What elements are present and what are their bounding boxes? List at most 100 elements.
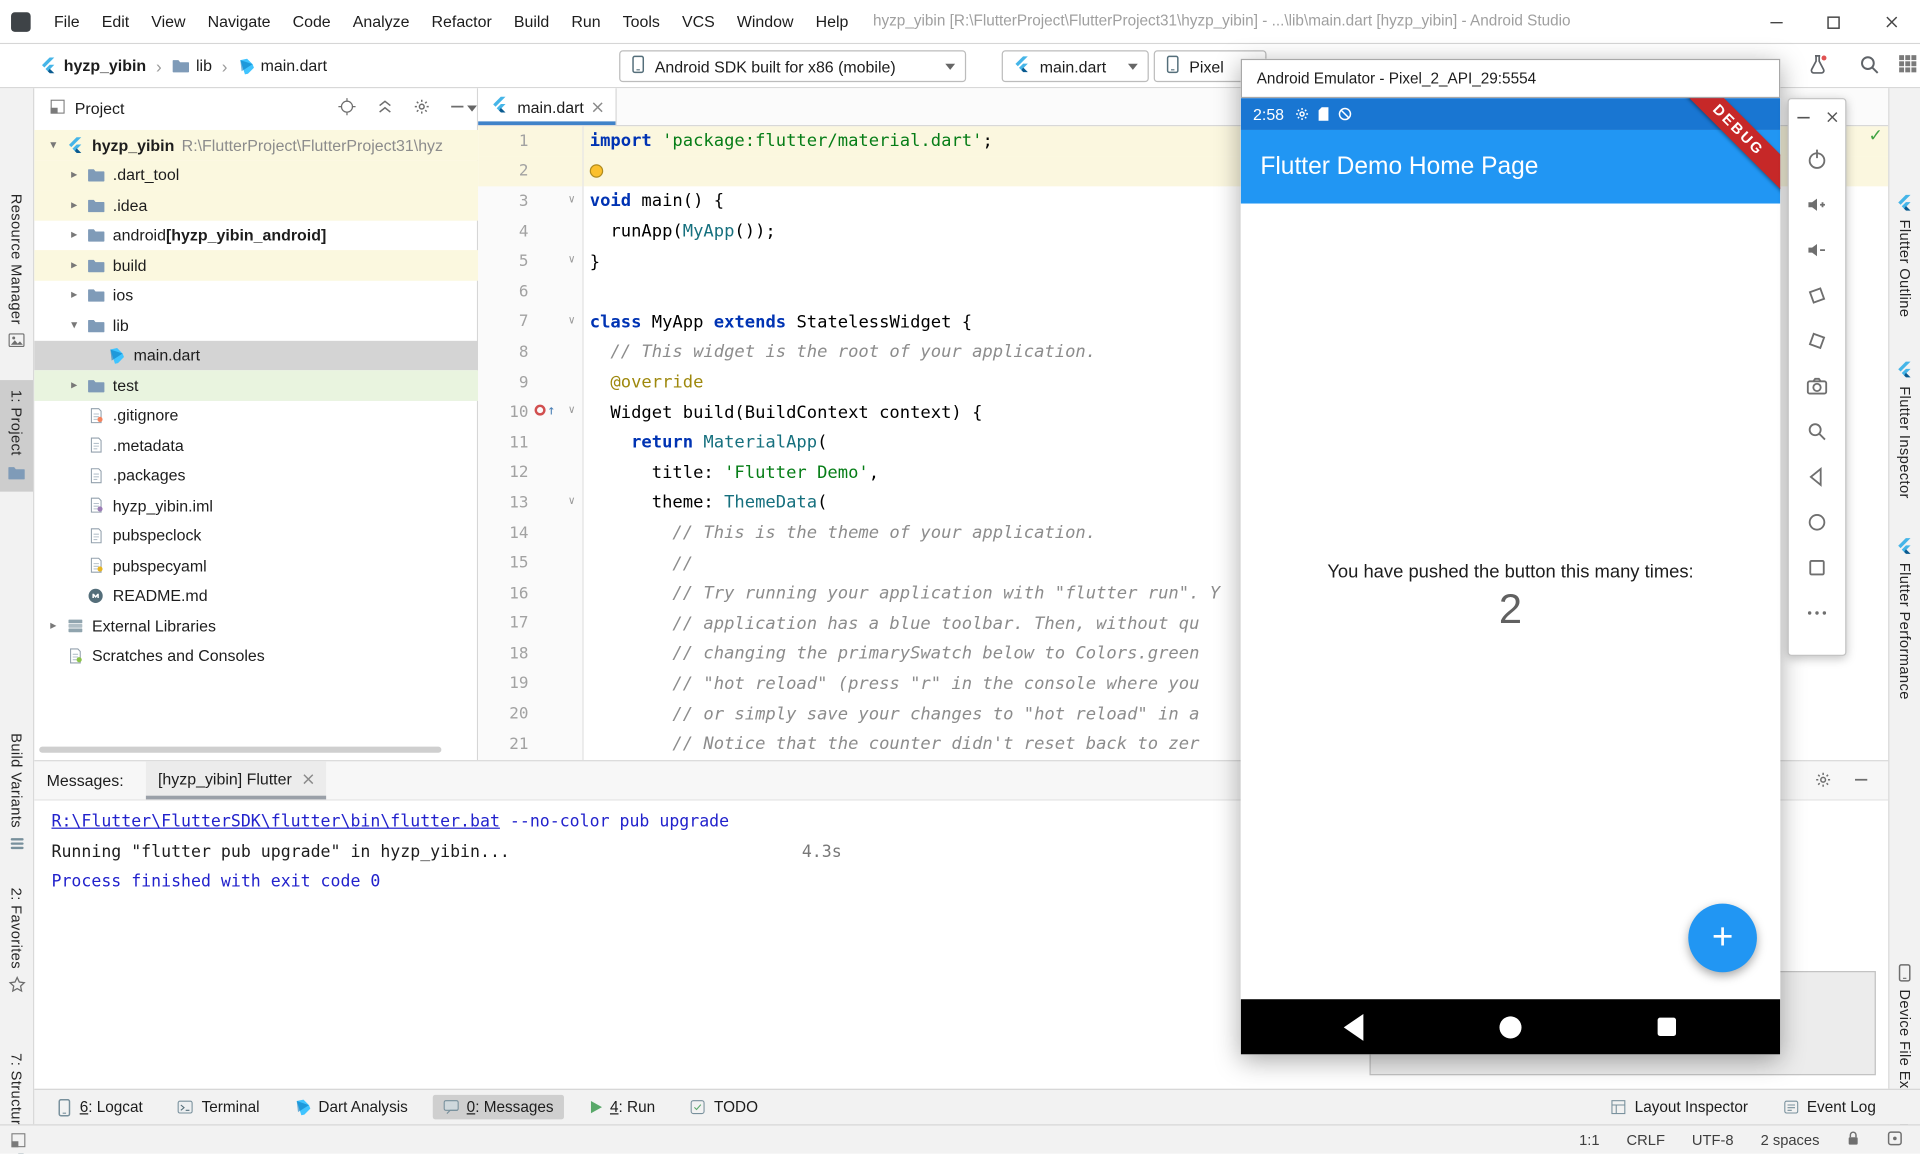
emulator-volume-up-button[interactable] <box>1788 181 1847 226</box>
messages-hide-button[interactable] <box>1854 772 1869 790</box>
toolbar-grid-button[interactable] <box>1898 54 1918 77</box>
messages-tab-close-icon[interactable] <box>303 769 314 787</box>
messages-gear-button[interactable] <box>1815 771 1832 792</box>
tree-row-README-md[interactable]: README.md <box>34 581 478 611</box>
emulator-rotate-right-button[interactable] <box>1788 318 1847 363</box>
status-widget-icon[interactable] <box>1887 1130 1903 1150</box>
tree-row--packages[interactable]: .packages <box>34 460 478 490</box>
fold-marker-icon[interactable]: ∨ <box>568 495 575 507</box>
project-collapse-button[interactable] <box>376 97 393 118</box>
emulator-zoom-button[interactable] <box>1788 408 1847 453</box>
emulator-home-button[interactable] <box>1788 499 1847 544</box>
tree-row--dart_tool[interactable]: ▸.dart_tool <box>34 160 478 190</box>
override-indicator-icon[interactable]: ↑ <box>535 404 555 417</box>
status-2-spaces[interactable]: 2 spaces <box>1761 1131 1820 1148</box>
menu-vcs[interactable]: VCS <box>671 0 726 43</box>
emulator-screen[interactable]: 2:58 Flutter Demo Home Page DEBUG You ha… <box>1241 98 1780 1054</box>
menu-file[interactable]: File <box>43 0 91 43</box>
toolwindow-button-layout-inspector[interactable]: Layout Inspector <box>1600 1095 1757 1120</box>
menu-navigate[interactable]: Navigate <box>197 0 282 43</box>
tree-collapsed-arrow-icon[interactable]: ▸ <box>65 288 83 301</box>
status-lock-icon[interactable] <box>1846 1130 1859 1150</box>
horizontal-scrollbar[interactable] <box>39 747 441 753</box>
tree-collapsed-arrow-icon[interactable]: ▸ <box>65 228 83 241</box>
strip-item-flutter-performance[interactable]: Flutter Performance <box>1889 537 1920 700</box>
emulator-overview-button[interactable] <box>1788 544 1847 589</box>
emu-minimize-button[interactable] <box>1796 109 1811 127</box>
project-panel-title[interactable]: Project <box>75 99 125 117</box>
fab-increment-button[interactable]: + <box>1688 904 1757 973</box>
menu-run[interactable]: Run <box>560 0 611 43</box>
fold-marker-icon[interactable]: ∨ <box>568 315 575 327</box>
project-target-button[interactable] <box>337 96 357 119</box>
console-command-link[interactable]: R:\Flutter\FlutterSDK\flutter\bin\flutte… <box>51 812 499 832</box>
tree-collapsed-arrow-icon[interactable]: ▸ <box>65 168 83 181</box>
tree-collapsed-arrow-icon[interactable]: ▸ <box>65 198 83 211</box>
emulator-volume-down-button[interactable] <box>1788 227 1847 272</box>
menu-window[interactable]: Window <box>726 0 805 43</box>
breadcrumb-item-main-dart[interactable]: main.dart <box>261 56 327 74</box>
tree-row-hyzp_yibin-iml[interactable]: hyzp_yibin.iml <box>34 490 478 520</box>
tree-row-Scratches-and-Consoles[interactable]: Scratches and Consoles <box>34 641 478 671</box>
tree-row--metadata[interactable]: .metadata <box>34 430 478 460</box>
tab-close-icon[interactable] <box>592 97 603 115</box>
tree-row-pubspeclock[interactable]: pubspeclock <box>34 520 478 550</box>
strip-item-2-favorites[interactable]: 2: Favorites <box>0 888 33 994</box>
emulator-title-bar[interactable]: Android Emulator - Pixel_2_API_29:5554 <box>1241 59 1780 98</box>
tree-collapsed-arrow-icon[interactable]: ▸ <box>65 379 83 392</box>
inspections-ok-icon[interactable]: ✓ <box>1869 125 1883 146</box>
tree-row-main-dart[interactable]: main.dart <box>34 340 478 370</box>
toolwindow-button-terminal[interactable]: Terminal <box>167 1095 269 1120</box>
tree-row--idea[interactable]: ▸.idea <box>34 190 478 220</box>
strip-item-resource-manager[interactable]: Resource Manager <box>0 194 33 348</box>
strip-item-flutter-inspector[interactable]: Flutter Inspector <box>1889 360 1920 498</box>
strip-item-build-variants[interactable]: Build Variants <box>0 733 33 852</box>
nav-back-button[interactable] <box>1329 999 1378 1054</box>
toolwindow-button-run[interactable]: 4: Run <box>578 1095 665 1120</box>
intention-bulb-icon[interactable] <box>590 165 603 178</box>
fold-marker-icon[interactable]: ∨ <box>568 194 575 206</box>
menu-analyze[interactable]: Analyze <box>342 0 421 43</box>
tree-row-test[interactable]: ▸test <box>34 370 478 400</box>
menu-help[interactable]: Help <box>805 0 860 43</box>
tree-row-pubspecyaml[interactable]: pubspecyaml <box>34 550 478 580</box>
status-utf-8[interactable]: UTF-8 <box>1692 1131 1734 1148</box>
tree-row-hyzp_yibin[interactable]: ▾hyzp_yibin R:\FlutterProject\FlutterPro… <box>34 130 478 160</box>
menu-edit[interactable]: Edit <box>91 0 141 43</box>
strip-item-flutter-outline[interactable]: Flutter Outline <box>1889 194 1920 318</box>
emulator-rotate-left-button[interactable] <box>1788 272 1847 317</box>
toolwindow-button-todo[interactable]: TODO <box>680 1095 768 1120</box>
close-button[interactable] <box>1862 0 1920 44</box>
toolbar-search-button[interactable] <box>1859 54 1881 80</box>
project-gear-button[interactable] <box>413 97 430 118</box>
tree-expanded-arrow-icon[interactable]: ▾ <box>44 138 62 151</box>
tree-row-External-Libraries[interactable]: ▸External Libraries <box>34 611 478 641</box>
breadcrumb-item-hyzp_yibin[interactable]: hyzp_yibin <box>64 56 146 74</box>
fold-marker-icon[interactable]: ∨ <box>568 405 575 417</box>
menu-refactor[interactable]: Refactor <box>420 0 502 43</box>
nav-home-button[interactable] <box>1486 999 1535 1054</box>
tree-expanded-arrow-icon[interactable]: ▾ <box>65 318 83 331</box>
menu-view[interactable]: View <box>140 0 196 43</box>
nav-recents-button[interactable] <box>1642 999 1691 1054</box>
emulator-more-button[interactable] <box>1788 590 1847 635</box>
emulator-camera-button[interactable] <box>1788 363 1847 408</box>
run-config-dropdown[interactable]: main.dart <box>1002 50 1149 82</box>
editor-tab-main-dart[interactable]: main.dart <box>478 88 617 125</box>
minimize-button[interactable] <box>1747 0 1805 44</box>
strip-item-1-project[interactable]: 1: Project <box>0 380 33 491</box>
toolwindow-button-dart-analysis[interactable]: Dart Analysis <box>284 1095 418 1120</box>
status-1-1[interactable]: 1:1 <box>1579 1131 1599 1148</box>
menu-code[interactable]: Code <box>282 0 342 43</box>
toolwindow-button-event-log[interactable]: Event Log <box>1773 1095 1886 1120</box>
tree-collapsed-arrow-icon[interactable]: ▸ <box>44 619 62 632</box>
emulator-power-button[interactable] <box>1788 136 1847 181</box>
tree-row-build[interactable]: ▸build <box>34 250 478 280</box>
messages-tab-flutter[interactable]: [hyzp_yibin] Flutter <box>146 761 326 799</box>
tree-row--gitignore[interactable]: .gitignore <box>34 400 478 430</box>
emulator-back-button[interactable] <box>1788 454 1847 499</box>
breadcrumb-item-lib[interactable]: lib <box>196 56 212 74</box>
menu-build[interactable]: Build <box>503 0 561 43</box>
maximize-button[interactable] <box>1805 0 1863 44</box>
toolwindow-switcher[interactable] <box>10 1131 27 1148</box>
